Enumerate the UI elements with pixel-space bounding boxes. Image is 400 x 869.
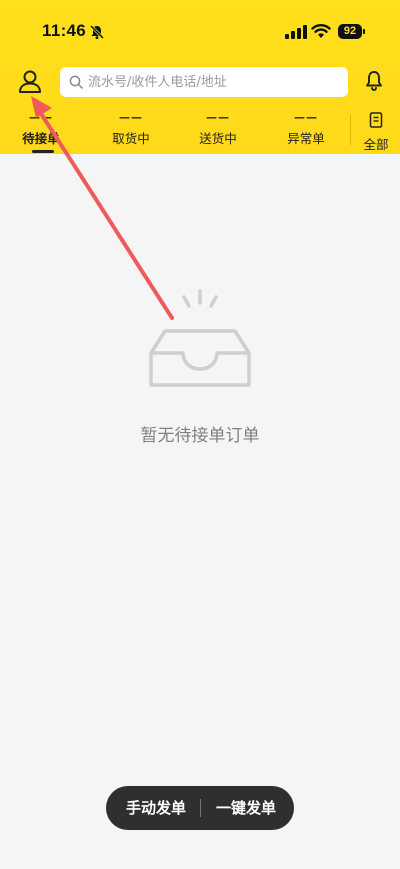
status-time: 11:46	[42, 21, 87, 40]
tab-count: ——	[119, 111, 143, 124]
wifi-icon	[311, 24, 331, 38]
tab-label: 送货中	[199, 131, 237, 146]
empty-box-icon	[149, 289, 251, 387]
tab-all[interactable]: 全部	[358, 112, 394, 153]
bell-icon[interactable]	[362, 69, 386, 93]
search-input[interactable]	[88, 67, 338, 97]
one-click-dispatch-button[interactable]: 一键发单	[204, 786, 288, 830]
bottom-action-bar: 手动发单 一键发单	[106, 786, 294, 830]
tab-count: ——	[294, 111, 318, 124]
list-icon	[369, 112, 383, 128]
signal-icon	[285, 25, 307, 39]
tab-label: 待接单	[22, 131, 60, 146]
header: 11:46 92 流水号/收件人电话/地址 —— 待接单 —— 取货中 —— 送…	[0, 0, 400, 154]
bottom-divider	[200, 799, 201, 817]
tab-pending[interactable]: —— 待接单	[5, 112, 77, 147]
tab-exception[interactable]: —— 异常单	[270, 112, 342, 147]
tab-count: ——	[206, 111, 230, 124]
tab-divider	[350, 115, 351, 145]
empty-state-message: 暂无待接单订单	[140, 426, 260, 446]
tab-count: ——	[29, 111, 53, 124]
status-bar: 11:46 92	[0, 0, 400, 60]
manual-dispatch-button[interactable]: 手动发单	[114, 786, 198, 830]
battery-icon: 92	[338, 24, 362, 39]
tab-label: 全部	[363, 137, 389, 152]
active-tab-indicator	[32, 150, 54, 153]
battery-tip	[363, 29, 365, 34]
search-icon	[69, 75, 83, 89]
bell-muted-icon	[89, 24, 105, 40]
tab-delivering[interactable]: —— 送货中	[182, 112, 254, 147]
tab-label: 取货中	[112, 131, 150, 146]
search-bar[interactable]	[60, 67, 348, 97]
user-icon[interactable]	[16, 68, 44, 96]
tab-label: 异常单	[287, 131, 325, 146]
tab-picking-up[interactable]: —— 取货中	[95, 112, 167, 147]
